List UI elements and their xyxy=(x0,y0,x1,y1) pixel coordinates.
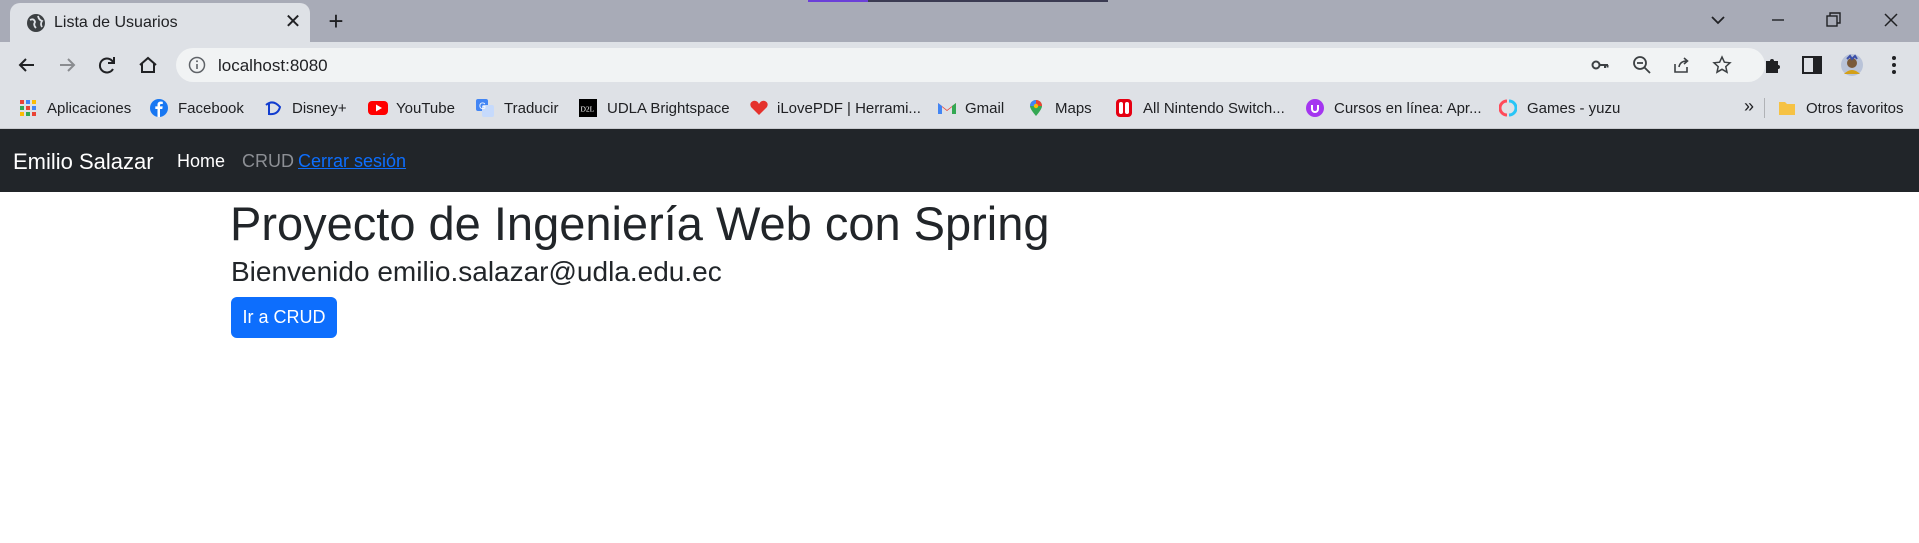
yuzu-icon xyxy=(1498,99,1518,117)
bookmark-label: Cursos en línea: Apr... xyxy=(1334,99,1482,117)
bookmark-label: Aplicaciones xyxy=(47,99,132,117)
bookmark-label: iLovePDF | Herrami... xyxy=(777,99,921,117)
bookmarks-bar: Aplicaciones Facebook Disney+ YouTube G … xyxy=(0,88,1919,129)
apps-grid-icon xyxy=(19,99,37,117)
new-tab-button[interactable]: + xyxy=(322,8,350,36)
bookmark-maps[interactable]: Maps xyxy=(1027,97,1092,119)
ilovepdf-icon xyxy=(749,99,768,117)
minimize-window-icon[interactable] xyxy=(1760,6,1796,34)
bookmark-disney-plus[interactable]: Disney+ xyxy=(264,97,347,119)
tab-search-chevron-icon[interactable] xyxy=(1700,6,1736,34)
close-window-icon[interactable] xyxy=(1873,6,1909,34)
bookmark-star-icon[interactable] xyxy=(1712,55,1732,75)
tab-strip-drag-region xyxy=(808,0,1108,2)
extensions-puzzle-icon[interactable] xyxy=(1761,53,1785,77)
chrome-menu-icon[interactable] xyxy=(1882,53,1906,77)
bookmark-label: UDLA Brightspace xyxy=(607,99,730,117)
logout-link[interactable]: Cerrar sesión xyxy=(298,151,406,172)
udemy-icon xyxy=(1306,99,1324,117)
close-tab-icon[interactable]: ✕ xyxy=(282,11,304,33)
welcome-message: Bienvenido emilio.salazar@udla.edu.ec xyxy=(231,256,722,287)
share-icon[interactable] xyxy=(1672,55,1692,75)
d2l-icon: D2L xyxy=(579,99,597,117)
bookmark-label: Disney+ xyxy=(292,99,347,117)
restore-window-icon[interactable] xyxy=(1815,6,1851,34)
back-arrow-icon[interactable] xyxy=(12,50,42,80)
bookmark-label: Facebook xyxy=(178,99,244,117)
globe-icon xyxy=(26,13,46,33)
maps-icon xyxy=(1027,99,1045,117)
zoom-out-icon[interactable] xyxy=(1632,55,1652,75)
bookmark-ilovepdf[interactable]: iLovePDF | Herrami... xyxy=(749,97,921,119)
site-info-icon[interactable] xyxy=(188,56,206,74)
key-icon[interactable] xyxy=(1590,55,1610,75)
svg-text:D2L: D2L xyxy=(581,105,595,114)
bookmark-aplicaciones[interactable]: Aplicaciones xyxy=(19,97,131,119)
bookmark-label: All Nintendo Switch... xyxy=(1143,99,1285,117)
bookmark-facebook[interactable]: Facebook xyxy=(150,97,244,119)
bookmark-label: Games - yuzu xyxy=(1527,99,1621,117)
bookmark-label: Traducir xyxy=(504,99,559,117)
bookmark-label: YouTube xyxy=(396,99,455,117)
bookmark-nintendo-switch[interactable]: All Nintendo Switch... xyxy=(1115,97,1285,119)
bookmark-label: Gmail xyxy=(965,99,1005,117)
gmail-icon xyxy=(937,99,956,117)
bookmark-otros-favoritos[interactable]: Otros favoritos xyxy=(1778,97,1904,119)
profile-avatar[interactable] xyxy=(1840,53,1864,77)
nintendo-switch-icon xyxy=(1115,99,1133,117)
bookmark-udla-brightspace[interactable]: D2L UDLA Brightspace xyxy=(579,97,730,119)
bookmark-traducir[interactable]: G Traducir xyxy=(476,97,558,119)
address-bar[interactable]: localhost:8080 xyxy=(176,48,1765,82)
bookmark-cursos-en-linea[interactable]: Cursos en línea: Apr... xyxy=(1306,97,1482,119)
bookmark-games-yuzu[interactable]: Games - yuzu xyxy=(1498,97,1621,119)
side-panel-icon[interactable] xyxy=(1800,53,1824,77)
go-to-crud-button[interactable]: Ir a CRUD xyxy=(231,297,337,338)
bookmarks-overflow-button[interactable]: » xyxy=(1744,96,1754,117)
facebook-icon xyxy=(150,99,168,117)
page-title: Proyecto de Ingeniería Web con Spring xyxy=(230,197,1050,250)
bookmarks-divider xyxy=(1764,98,1765,118)
folder-icon xyxy=(1778,99,1796,117)
navbar-brand[interactable]: Emilio Salazar xyxy=(13,149,154,175)
forward-arrow-icon[interactable] xyxy=(52,50,82,80)
tab-title: Lista de Usuarios xyxy=(54,14,178,31)
bookmark-label: Maps xyxy=(1055,99,1092,117)
browser-tab-strip: Lista de Usuarios ✕ + xyxy=(0,0,1919,42)
reload-icon[interactable] xyxy=(92,50,122,80)
disney-icon xyxy=(264,99,282,117)
browser-tab-active[interactable]: Lista de Usuarios ✕ xyxy=(10,3,310,42)
url-text: localhost:8080 xyxy=(218,56,328,75)
bookmark-youtube[interactable]: YouTube xyxy=(368,97,455,119)
bookmark-gmail[interactable]: Gmail xyxy=(937,97,1004,119)
home-icon[interactable] xyxy=(133,50,163,80)
svg-text:G: G xyxy=(479,101,486,111)
browser-toolbar: localhost:8080 xyxy=(0,42,1919,88)
youtube-icon xyxy=(368,99,388,117)
nav-link-home[interactable]: Home xyxy=(177,151,225,172)
bookmark-label: Otros favoritos xyxy=(1806,99,1904,117)
site-navbar: Emilio Salazar Home CRUD Cerrar sesión xyxy=(0,129,1919,192)
nav-link-crud[interactable]: CRUD xyxy=(242,151,294,172)
translate-icon: G xyxy=(476,99,494,117)
